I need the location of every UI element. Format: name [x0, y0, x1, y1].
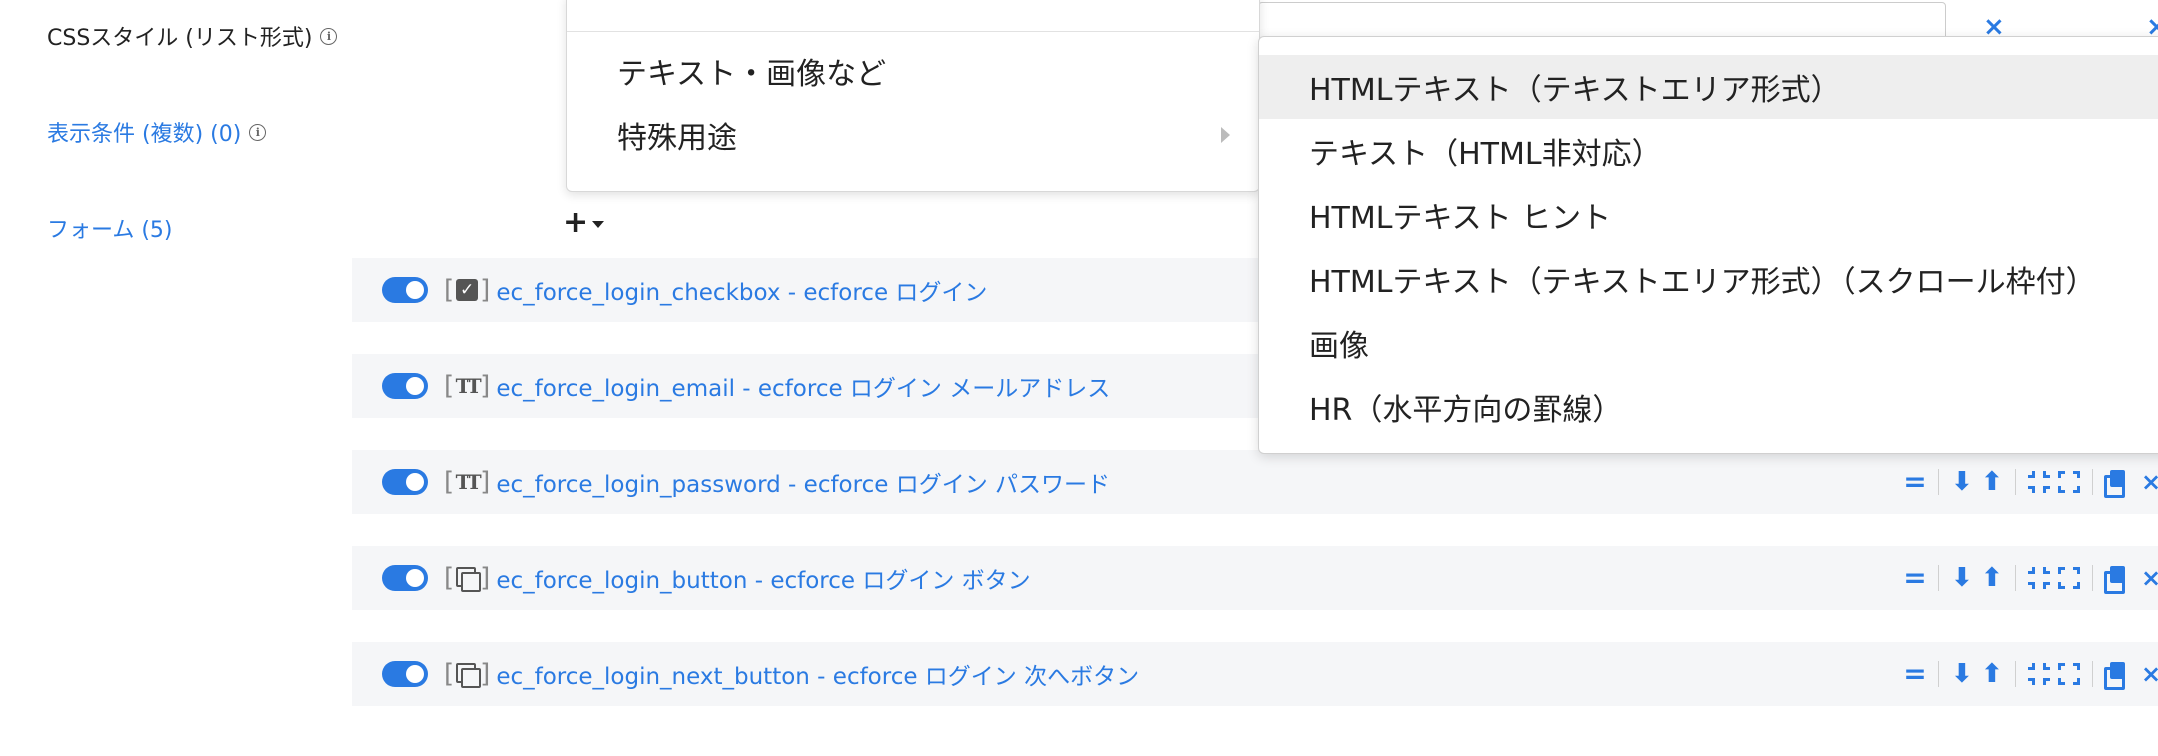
forms-text: フォーム (5)	[47, 218, 173, 243]
arrow-down-icon[interactable]: ⬇	[1947, 659, 1977, 689]
info-icon[interactable]: i	[320, 27, 338, 45]
submenu-item-html-hint[interactable]: HTMLテキスト ヒント	[1259, 183, 2158, 247]
submenu-item-html-textarea-scroll[interactable]: HTMLテキスト（テキストエリア形式）（スクロール枠付）	[1259, 247, 2158, 311]
row-actions: = ⬇ ⬆ ×	[1900, 563, 2158, 594]
collapse-icon[interactable]	[2024, 467, 2054, 497]
menu-item-special-use[interactable]: 特殊用途	[617, 113, 737, 157]
arrow-up-icon[interactable]: ⬆	[1977, 467, 2007, 497]
expand-icon[interactable]	[2054, 563, 2084, 593]
table-row: [] ec_force_login_button - ecforce ログイン …	[352, 546, 2158, 610]
enable-toggle[interactable]	[382, 277, 428, 303]
equals-icon[interactable]: =	[1900, 563, 1930, 593]
form-row-label: ec_force_login_password - ecforce ログイン パ…	[496, 472, 1111, 498]
form-row-label: ec_force_login_next_button - ecforce ログイ…	[496, 664, 1140, 690]
css-style-label: CSSスタイル (リスト形式) i	[47, 20, 338, 52]
form-row-link[interactable]: [TT] ec_force_login_password - ecforce ロ…	[444, 465, 1110, 499]
info-icon[interactable]: i	[249, 123, 267, 141]
menu-item-text-image[interactable]: テキスト・画像など	[617, 49, 886, 93]
submenu-item-plain-text[interactable]: テキスト（HTML非対応）	[1259, 119, 2158, 183]
collapse-icon[interactable]	[2024, 659, 2054, 689]
enable-toggle[interactable]	[382, 469, 428, 495]
row-actions: = ⬇ ⬆ ×	[1900, 467, 2158, 498]
chevron-right-icon	[1221, 127, 1230, 143]
copy-icon[interactable]	[2101, 563, 2131, 594]
text-field-icon: TT	[455, 470, 482, 494]
form-row-label: ec_force_login_email - ecforce ログイン メールア…	[496, 376, 1111, 402]
form-row-link[interactable]: [] ec_force_login_button - ecforce ログイン …	[444, 561, 1031, 595]
expand-icon[interactable]	[2054, 659, 2084, 689]
form-row-link[interactable]: [✓] ec_force_login_checkbox - ecforce ログ…	[444, 273, 987, 307]
submenu-item-image[interactable]: 画像	[1259, 311, 2158, 375]
add-element-menu: テキスト・画像など 特殊用途	[566, 0, 1260, 192]
css-style-label-text: CSSスタイル (リスト形式)	[47, 26, 313, 51]
checkbox-icon: ✓	[456, 279, 479, 301]
arrow-up-icon[interactable]: ⬆	[1977, 659, 2007, 689]
copy-icon[interactable]	[2101, 659, 2131, 690]
enable-toggle[interactable]	[382, 373, 428, 399]
button-icon	[456, 663, 482, 688]
row-actions: = ⬇ ⬆ ×	[1900, 659, 2158, 690]
close-icon[interactable]: ×	[2141, 564, 2158, 592]
plus-icon: +	[563, 205, 589, 240]
enable-toggle[interactable]	[382, 565, 428, 591]
equals-icon[interactable]: =	[1900, 467, 1930, 497]
equals-icon[interactable]: =	[1900, 659, 1930, 689]
forms-link[interactable]: フォーム (5)	[47, 212, 173, 244]
submenu-item-hr[interactable]: HR（水平方向の罫線）	[1259, 375, 2158, 439]
copy-icon[interactable]	[2101, 467, 2131, 498]
display-conditions-link[interactable]: 表示条件 (複数) (0) i	[47, 116, 267, 148]
form-row-link[interactable]: [TT] ec_force_login_email - ecforce ログイン…	[444, 369, 1110, 403]
text-image-submenu: HTMLテキスト（テキストエリア形式） テキスト（HTML非対応） HTMLテキ…	[1258, 36, 2158, 454]
table-row: [] ec_force_login_next_button - ecforce …	[352, 642, 2158, 706]
form-row-link[interactable]: [] ec_force_login_next_button - ecforce …	[444, 657, 1139, 691]
expand-icon[interactable]	[2054, 467, 2084, 497]
form-row-label: ec_force_login_checkbox - ecforce ログイン	[496, 280, 988, 306]
submenu-item-html-textarea[interactable]: HTMLテキスト（テキストエリア形式）	[1259, 55, 2158, 119]
text-field-icon: TT	[455, 374, 482, 398]
display-conditions-text: 表示条件 (複数) (0)	[47, 122, 242, 147]
close-icon[interactable]: ×	[2141, 468, 2158, 496]
table-row: [TT] ec_force_login_password - ecforce ロ…	[352, 450, 2158, 514]
arrow-down-icon[interactable]: ⬇	[1947, 467, 1977, 497]
enable-toggle[interactable]	[382, 661, 428, 687]
button-icon	[456, 567, 482, 592]
chevron-down-icon	[592, 220, 605, 228]
add-form-button[interactable]: +	[563, 205, 605, 240]
form-row-label: ec_force_login_button - ecforce ログイン ボタン	[496, 568, 1031, 594]
arrow-up-icon[interactable]: ⬆	[1977, 563, 2007, 593]
close-icon[interactable]: ×	[2141, 660, 2158, 688]
collapse-icon[interactable]	[2024, 563, 2054, 593]
arrow-down-icon[interactable]: ⬇	[1947, 563, 1977, 593]
